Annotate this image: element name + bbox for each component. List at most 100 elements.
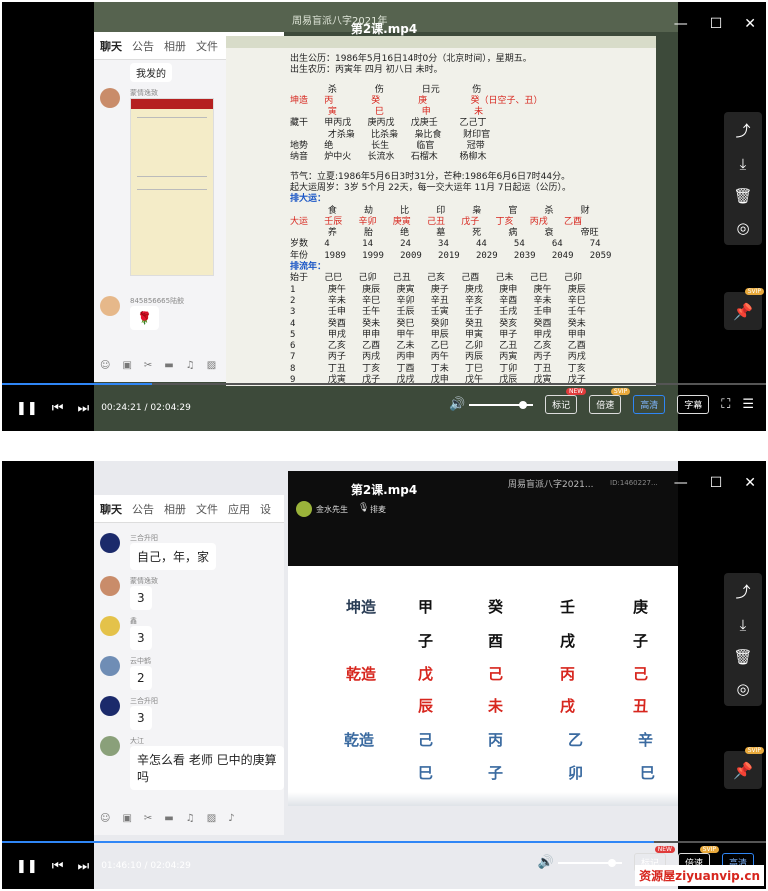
stem: 甲 <box>418 598 434 616</box>
next-icon[interactable]: ⏭ <box>78 401 90 416</box>
time-display: 00:24:21 / 02:04:29 <box>101 403 191 413</box>
tab-chat[interactable]: 聊天 <box>100 501 122 517</box>
previous-icon[interactable]: ⏮ <box>52 859 64 874</box>
subtitle-button[interactable]: 字幕 <box>677 395 710 414</box>
shared-image[interactable] <box>130 98 214 276</box>
image-icon[interactable]: ▨ <box>207 360 216 378</box>
close-icon[interactable]: ✕ <box>744 16 756 32</box>
gif-icon[interactable]: ▣ <box>122 813 131 831</box>
message-text: 自己，年，家 <box>130 543 217 570</box>
share-icon[interactable]: ⤴ <box>735 581 750 602</box>
music-icon[interactable]: ♫ <box>186 813 195 831</box>
pin-button[interactable]: 📌 SVIP <box>724 288 764 330</box>
close-icon[interactable]: ✕ <box>744 475 756 491</box>
stem: 己 <box>633 665 649 683</box>
tab-album[interactable]: 相册 <box>164 501 186 517</box>
pause-icon[interactable]: ❚❚ <box>16 859 38 874</box>
message-nick: 三合升阳 <box>130 697 158 705</box>
folder-icon[interactable]: ▬ <box>164 360 173 378</box>
stem: 乙 <box>568 731 584 749</box>
chat-tabs: 聊天 公告 相册 文件 应用 设 <box>94 495 284 523</box>
delete-icon[interactable]: 🗑 <box>733 648 752 666</box>
branch: 未 <box>488 697 504 715</box>
volume-slider[interactable] <box>469 400 534 409</box>
volume-control[interactable]: 🔊 <box>449 397 534 412</box>
window-controls: — ☐ ✕ <box>674 16 756 32</box>
fullscreen-icon[interactable]: ⛶ <box>721 397 730 412</box>
pin-button[interactable]: 📌 SVIP <box>724 747 764 789</box>
site-watermark: 资源屋ziyuanvip.cn <box>635 865 764 886</box>
stem: 己 <box>488 665 504 683</box>
liunian-table: 始于 己巳 己卯 己丑 己亥 己酉 己未 己巳 己卯 1 庚午 庚辰 庚寅 庚子… <box>290 273 586 386</box>
download-icon[interactable]: ⤓ <box>740 616 747 634</box>
minimize-icon[interactable]: — <box>674 475 688 491</box>
avatar <box>100 696 120 716</box>
chat-message: 云中鹤 2 <box>100 656 284 690</box>
tab-settings[interactable]: 设 <box>260 501 271 517</box>
branch: 戌 <box>560 697 576 715</box>
avatar <box>100 736 120 756</box>
stem: 己 <box>418 731 434 749</box>
maximize-icon[interactable]: ☐ <box>710 475 723 491</box>
branch: 辰 <box>418 697 434 715</box>
tab-notice[interactable]: 公告 <box>132 501 154 517</box>
pause-icon[interactable]: ❚❚ <box>16 401 38 416</box>
bell-icon[interactable]: ♪ <box>228 813 234 831</box>
previous-icon[interactable]: ⏮ <box>52 401 64 416</box>
stem: 丙 <box>488 731 504 749</box>
scissors-icon[interactable]: ✂ <box>144 813 152 831</box>
music-icon[interactable]: ♫ <box>186 360 195 378</box>
emoji-icon[interactable]: ☺ <box>100 813 110 831</box>
message-nick: 三合升阳 <box>130 534 158 542</box>
chat-message: 蒙情逸致 3 <box>100 576 284 610</box>
chat-message: 大江 辛怎么看 老师 巳中的庚算吗 <box>100 736 284 790</box>
volume-icon[interactable]: 🔊 <box>449 397 465 412</box>
message-nick: 鑫 <box>130 617 137 625</box>
image-icon[interactable]: ▨ <box>207 813 216 831</box>
avatar <box>100 296 120 316</box>
side-toolbar: ⤴ ⤓ 🗑 ◎ <box>724 573 762 706</box>
volume-slider[interactable] <box>557 858 622 867</box>
playlist-icon[interactable]: ☰ <box>742 397 754 412</box>
tab-notice[interactable]: 公告 <box>132 38 154 54</box>
tab-chat[interactable]: 聊天 <box>100 38 122 54</box>
record-icon[interactable]: ◎ <box>736 219 749 237</box>
branch: 子 <box>633 632 649 650</box>
video-player-2[interactable]: 聊天 公告 相册 文件 应用 设 三合升阳 自己，年，家 蒙情逸致 3 鑫 3 … <box>2 461 766 889</box>
video-player-1[interactable]: 聊天 公告 相册 文件 我发的 蒙情逸致 845856665陆鲛 🌹 ☺ ▣ ✂ <box>2 2 766 431</box>
minimize-icon[interactable]: — <box>674 16 688 32</box>
branch: 卯 <box>568 764 584 782</box>
message-text: 3 <box>130 626 152 650</box>
gif-icon[interactable]: ▣ <box>122 360 131 378</box>
avatar <box>100 88 120 108</box>
volume-control[interactable]: 🔊 <box>538 855 622 870</box>
bookmark-button[interactable]: 标记 NEW <box>545 388 587 414</box>
volume-icon[interactable]: 🔊 <box>538 855 554 870</box>
next-icon[interactable]: ⏭ <box>78 859 90 874</box>
dayun-heading: 排大运： <box>290 194 327 205</box>
video-title: 第2课.mp4 <box>350 22 418 36</box>
tab-album[interactable]: 相册 <box>164 38 186 54</box>
delete-icon[interactable]: 🗑 <box>733 187 752 205</box>
video-title: 第2课.mp4 <box>350 483 418 497</box>
tab-apps[interactable]: 应用 <box>228 501 250 517</box>
teacher-name: 金水先生 <box>316 505 348 514</box>
quality-button[interactable]: 高清 <box>633 395 666 414</box>
maximize-icon[interactable]: ☐ <box>710 16 723 32</box>
avatar <box>100 576 120 596</box>
speed-button[interactable]: 倍速 SVIP <box>589 388 631 414</box>
download-icon[interactable]: ⤓ <box>740 155 747 173</box>
bazi-document: 出生公历：1986年5月16日14时0分（北京时间），星期五。 出生农历：丙寅年… <box>226 36 656 386</box>
branch: 丑 <box>633 697 649 715</box>
record-icon[interactable]: ◎ <box>736 680 749 698</box>
folder-icon[interactable]: ▬ <box>164 813 173 831</box>
tab-files[interactable]: 文件 <box>196 38 218 54</box>
chat-toolbar: ☺ ▣ ✂ ▬ ♫ ▨ ♪ <box>94 813 284 831</box>
scissors-icon[interactable]: ✂ <box>144 360 152 378</box>
mic-icon: 🎙 <box>358 503 370 513</box>
chat-message: 鑫 3 <box>100 616 284 650</box>
emoji-icon[interactable]: ☺ <box>100 360 110 378</box>
share-icon[interactable]: ⤴ <box>735 120 750 141</box>
message-text: 我发的 <box>130 63 172 82</box>
tab-files[interactable]: 文件 <box>196 501 218 517</box>
